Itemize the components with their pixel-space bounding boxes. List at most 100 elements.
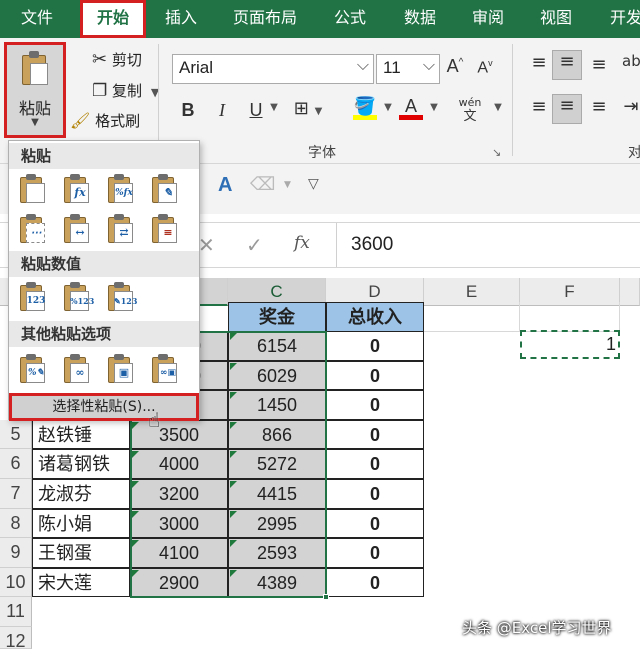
font-color-button[interactable]: A (398, 96, 424, 120)
grid-cell-name[interactable]: 龙淑芬 (32, 479, 130, 509)
row-header-7[interactable]: 7 (0, 479, 32, 509)
bold-button[interactable]: B (178, 100, 198, 121)
tab-formulas[interactable]: 公式 (322, 0, 378, 38)
chevron-down-icon[interactable]: ▼ (492, 102, 504, 113)
paste-formulas-icon[interactable]: fx (61, 173, 93, 205)
tab-page-layout[interactable]: 页面布局 (222, 0, 308, 38)
grid-cell-c[interactable]: 4389 (228, 567, 326, 598)
grid-cell[interactable] (520, 302, 620, 332)
cancel-icon[interactable]: ✕ (198, 233, 215, 257)
row-header-5[interactable]: 5 (0, 419, 32, 450)
row-header-12[interactable]: 12 (0, 627, 32, 651)
paste-formatting-icon[interactable]: %✎ (17, 353, 49, 385)
tab-home[interactable]: 开始 (80, 0, 146, 38)
underline-button[interactable]: U (246, 100, 266, 121)
grid-cell-d[interactable]: 0 (326, 508, 424, 539)
orientation-icon[interactable]: ab (622, 52, 640, 70)
grid-cell-d[interactable]: 0 (326, 331, 424, 361)
top-align-icon[interactable]: ≡ (526, 52, 552, 73)
grid-cell[interactable] (424, 302, 520, 332)
paste-link-icon[interactable]: ∞ (61, 353, 93, 385)
row-header-10[interactable]: 10 (0, 567, 32, 598)
fill-color-button[interactable]: 🪣 (350, 96, 380, 120)
paste-formulas-number-format-icon[interactable]: %fx (105, 173, 137, 205)
grid-cell-d[interactable]: 0 (326, 449, 424, 479)
grid-cell-c[interactable]: 5272 (228, 449, 326, 479)
grid-cell-name[interactable]: 赵铁锤 (32, 419, 130, 450)
grid-cell-d[interactable]: 0 (326, 419, 424, 450)
row-header-6[interactable]: 6 (0, 449, 32, 479)
insert-function-icon[interactable]: fx (294, 233, 310, 253)
bottom-align-icon[interactable]: ≡ (586, 54, 612, 75)
chevron-down-icon[interactable]: ▼ (382, 102, 394, 113)
grid-cell-b[interactable]: 3200 (130, 479, 228, 509)
grid-cell-c[interactable]: 6029 (228, 360, 326, 391)
formula-input[interactable]: 3600 (336, 223, 640, 267)
chevron-down-icon[interactable]: ⌵ (423, 57, 435, 75)
increase-font-size-button[interactable]: A^ (444, 56, 466, 77)
keep-column-widths-icon[interactable]: ↔ (61, 213, 93, 245)
decrease-font-size-button[interactable]: Av (474, 58, 496, 77)
borders-button[interactable]: ⊞ ▼ (288, 98, 328, 119)
grid-cell-name[interactable]: 陈小娟 (32, 508, 130, 539)
cut-button[interactable]: ✂ 剪切 (92, 49, 142, 70)
linked-picture-icon[interactable]: ∞▣ (149, 353, 181, 385)
indent-icon[interactable]: ⇥ (622, 96, 640, 117)
tab-view[interactable]: 视图 (526, 0, 586, 38)
row-header-8[interactable]: 8 (0, 508, 32, 539)
grid-cell-d[interactable]: 0 (326, 479, 424, 509)
grid-cell-name[interactable]: 宋大莲 (32, 567, 130, 598)
row-header-11[interactable]: 11 (0, 597, 32, 627)
copy-button[interactable]: ❐ 复制 ▼ (92, 80, 159, 101)
italic-button[interactable]: I (212, 100, 232, 121)
paste-button[interactable]: 粘贴 ▼ (4, 42, 66, 138)
text-effects-icon[interactable]: A (218, 174, 232, 197)
grid-cell-c[interactable]: 6154 (228, 331, 326, 361)
fill-handle[interactable] (323, 594, 329, 600)
grid-cell-d[interactable]: 0 (326, 538, 424, 568)
grid-cell-b[interactable]: 4100 (130, 538, 228, 568)
paste-values-number-format-icon[interactable]: %123 (61, 281, 94, 313)
customize-toolbar-icon[interactable]: ▽ (308, 176, 319, 192)
tab-insert[interactable]: 插入 (152, 0, 210, 38)
chevron-down-icon[interactable]: ▼ (428, 102, 440, 113)
align-right-icon[interactable]: ≡ (586, 96, 612, 117)
tab-file[interactable]: 文件 (6, 0, 68, 38)
chevron-down-icon[interactable]: ⌵ (357, 57, 369, 75)
row-header-9[interactable]: 9 (0, 538, 32, 568)
eraser-icon[interactable]: ⌫ (250, 174, 275, 195)
grid-cell-name[interactable]: 王钢蛋 (32, 538, 130, 568)
grid-cell-b[interactable]: 4000 (130, 449, 228, 479)
grid-cell-c[interactable]: 866 (228, 419, 326, 450)
grid-cell-c[interactable]: 2593 (228, 538, 326, 568)
paste-icon[interactable] (17, 173, 49, 205)
header-cell-bonus[interactable]: 奖金 (228, 302, 326, 332)
paste-values-icon[interactable]: 123 (17, 281, 49, 313)
grid-cell-c[interactable]: 2995 (228, 508, 326, 539)
tab-data[interactable]: 数据 (390, 0, 450, 38)
phonetic-guide-button[interactable]: wén 文 (452, 96, 488, 124)
grid-cell-c[interactable]: 1450 (228, 390, 326, 420)
grid-cell-d[interactable]: 0 (326, 390, 424, 420)
grid-cell-b[interactable]: 3500 (130, 419, 228, 450)
grid-cell-b[interactable]: 3000 (130, 508, 228, 539)
grid-cell-name[interactable]: 诸葛钢铁 (32, 449, 130, 479)
enter-check-icon[interactable]: ✓ (246, 233, 263, 257)
format-painter-button[interactable]: 🖌 格式刷 (70, 110, 140, 131)
grid-cell-c[interactable]: 4415 (228, 479, 326, 509)
dialog-launcher-icon[interactable]: ↘ (492, 146, 501, 159)
font-size-combo[interactable]: 11 ⌵ (376, 54, 440, 84)
middle-align-icon[interactable]: ≡ (552, 50, 582, 80)
copied-cell-marquee[interactable]: 1 (520, 330, 620, 359)
grid-cell-d[interactable]: 0 (326, 360, 424, 391)
align-left-icon[interactable]: ≡ (526, 96, 552, 117)
chevron-down-icon[interactable]: ▼ (268, 102, 280, 113)
column-header-g[interactable] (620, 278, 640, 306)
header-cell-total[interactable]: 总收入 (326, 302, 424, 332)
tab-developer[interactable]: 开发 (596, 0, 640, 38)
align-center-icon[interactable]: ≡ (552, 94, 582, 124)
paste-link-table-icon[interactable]: ≡ (149, 213, 181, 245)
tab-review[interactable]: 审阅 (460, 0, 516, 38)
paste-picture-icon[interactable]: ▣ (105, 353, 137, 385)
grid-cell-b[interactable]: 2900 (130, 567, 228, 598)
